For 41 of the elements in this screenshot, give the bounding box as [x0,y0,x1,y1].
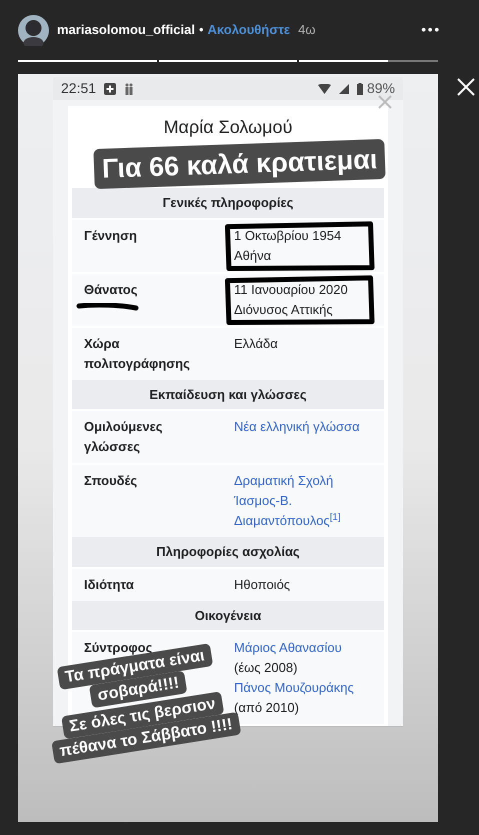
wifi-icon [318,84,331,94]
signal-icon [338,84,349,94]
battery-level: 89% [366,79,395,98]
value-link[interactable]: Ίασμος-Β. [234,491,292,511]
avatar[interactable] [18,14,49,46]
value-link[interactable]: Μάριος Αθανασίου [234,638,342,658]
battery-icon [356,82,363,94]
row-value: (έως 2008) [234,659,298,677]
row-value: Ηθοποιός [234,576,290,594]
separator-dot: • [198,21,204,40]
row-label: Χώρα [84,334,120,353]
value-link[interactable]: Διαμαντόπουλος$^{[1]}$ [234,511,341,531]
row-label: γλώσσες [84,438,140,456]
row-label: Ιδιότητα [84,576,134,594]
row-value: 1 Οκτωβρίου 1954 [234,226,342,245]
row-value: Ελλάδα [234,334,278,352]
section-heading: Οικογένεια [72,600,384,630]
row-label: Ομιλούμενες [84,418,163,436]
row-value: 11 Ιανουαρίου 2020 [234,280,348,299]
row-label: πολιτογράφησης [84,354,190,373]
plus-icon [104,82,116,94]
people-icon [124,82,134,94]
value-link[interactable]: Πάνος Μουζουράκης [234,678,354,698]
close-icon[interactable] [455,76,477,98]
username[interactable]: mariasolomou_official [57,20,195,40]
follow-link[interactable]: Ακολουθήστε [208,20,290,40]
row-label: Σπουδές [84,472,138,490]
post-age: 4ω [298,21,316,40]
status-time: 22:51 [61,79,96,98]
section-heading: Πληροφορίες ασχολίας [72,537,384,566]
row-value: Διόνυσος Αττικής [234,300,333,319]
value-link[interactable]: Νέα ελληνική γλώσσα [234,417,360,437]
section-heading: Εκπαίδευση και γλώσσες [72,380,384,409]
section-heading: Γενικές πληροφορίες [72,188,384,218]
row-value: Αθήνα [234,246,272,265]
marker-underline [76,302,140,310]
row-label: Γέννηση [84,226,137,245]
more-button[interactable]: ••• [421,20,441,40]
row-label: Θάνατος [84,280,138,298]
infobox-title: Μαρία Σολωμού [162,116,294,138]
value-link[interactable]: Δραματική Σχολή [234,471,334,491]
